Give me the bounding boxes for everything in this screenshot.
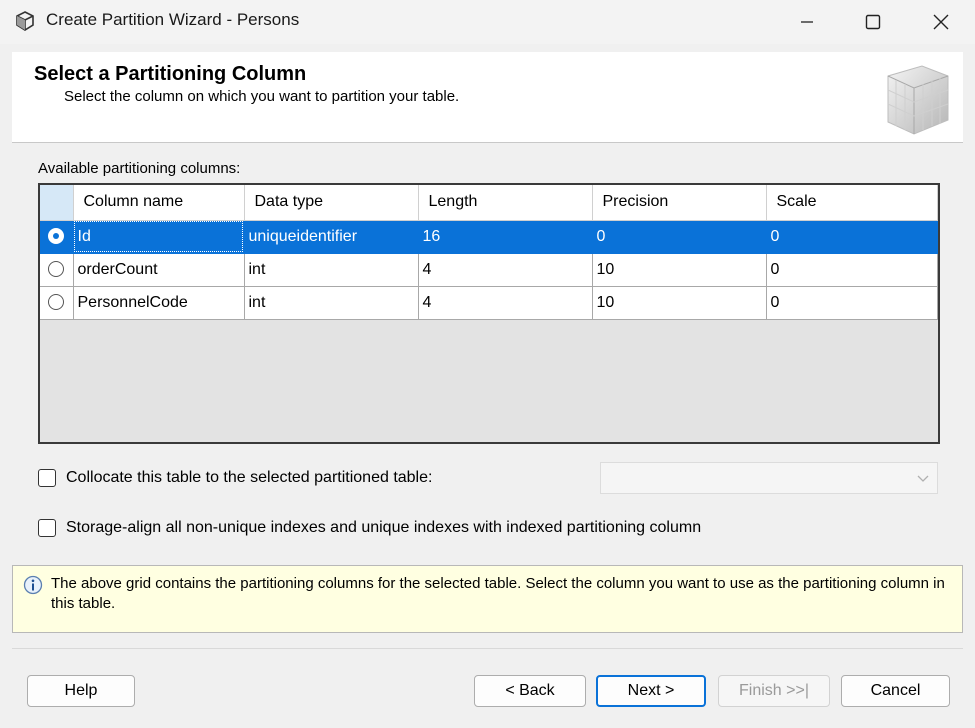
info-text: The above grid contains the partitioning… [51, 575, 945, 612]
info-panel: The above grid contains the partitioning… [12, 565, 963, 633]
help-button[interactable]: Help [27, 675, 135, 707]
partitioned-table-dropdown[interactable] [600, 462, 938, 494]
column-header-precision[interactable]: Precision [592, 185, 767, 221]
table-row[interactable]: Id uniqueidentifier 16 0 0 [40, 220, 938, 254]
row-selector-header [40, 185, 74, 221]
page-subtitle: Select the column on which you want to p… [64, 88, 460, 105]
finish-button[interactable]: Finish >>| [718, 675, 830, 707]
row-radio-cell[interactable] [40, 253, 74, 287]
page-title: Select a Partitioning Column [34, 63, 307, 85]
collocate-label[interactable]: Collocate this table to the selected par… [66, 469, 432, 487]
cell-scale: 0 [766, 253, 938, 287]
row-radio-cell[interactable] [40, 220, 74, 254]
storage-align-checkbox[interactable] [38, 519, 56, 537]
maximize-button[interactable] [840, 0, 906, 44]
column-header-name[interactable]: Column name [73, 185, 245, 221]
table-row[interactable]: PersonnelCode int 4 10 0 [40, 286, 938, 320]
close-icon [933, 14, 949, 30]
cell-length: 4 [418, 253, 593, 287]
partition-cube-icon [887, 65, 949, 135]
grid-header-row: Column name Data type Length Precision S… [40, 185, 938, 221]
row-radio-button[interactable] [48, 261, 65, 278]
cell-scale: 0 [766, 220, 938, 254]
row-radio-button[interactable] [48, 228, 65, 245]
column-header-scale[interactable]: Scale [766, 185, 938, 221]
cell-length: 16 [418, 220, 593, 254]
cell-data-type: int [244, 286, 419, 320]
row-radio-button[interactable] [48, 294, 65, 311]
back-button[interactable]: < Back [474, 675, 586, 707]
next-button[interactable]: Next > [596, 675, 706, 707]
storage-align-label[interactable]: Storage-align all non-unique indexes and… [66, 519, 701, 537]
partitioning-columns-grid[interactable]: Column name Data type Length Precision S… [38, 183, 940, 444]
collocate-option[interactable]: Collocate this table to the selected par… [38, 469, 432, 487]
cell-column-name[interactable]: PersonnelCode [73, 286, 245, 320]
table-row[interactable]: orderCount int 4 10 0 [40, 253, 938, 287]
storage-align-option[interactable]: Storage-align all non-unique indexes and… [38, 519, 701, 537]
column-header-length[interactable]: Length [418, 185, 593, 221]
chevron-down-icon [917, 475, 929, 482]
close-button[interactable] [908, 0, 974, 44]
collocate-checkbox[interactable] [38, 469, 56, 487]
app-cube-icon[interactable] [14, 10, 36, 32]
footer-divider [12, 648, 963, 649]
cell-data-type: uniqueidentifier [244, 220, 419, 254]
minimize-icon [801, 21, 813, 23]
cell-column-name[interactable]: Id [73, 220, 245, 254]
available-columns-label: Available partitioning columns: [38, 160, 241, 177]
minimize-button[interactable] [774, 0, 840, 44]
cell-precision: 0 [592, 220, 767, 254]
window-title: Create Partition Wizard - Persons [46, 10, 300, 29]
cell-precision: 10 [592, 253, 767, 287]
title-bar: Create Partition Wizard - Persons [0, 0, 975, 44]
cancel-button[interactable]: Cancel [841, 675, 950, 707]
row-radio-cell[interactable] [40, 286, 74, 320]
cell-data-type: int [244, 253, 419, 287]
cell-scale: 0 [766, 286, 938, 320]
maximize-icon [865, 14, 881, 30]
wizard-header: Select a Partitioning Column Select the … [12, 52, 963, 143]
cell-precision: 10 [592, 286, 767, 320]
info-icon [23, 575, 43, 595]
cell-length: 4 [418, 286, 593, 320]
column-header-datatype[interactable]: Data type [244, 185, 419, 221]
cell-column-name[interactable]: orderCount [73, 253, 245, 287]
